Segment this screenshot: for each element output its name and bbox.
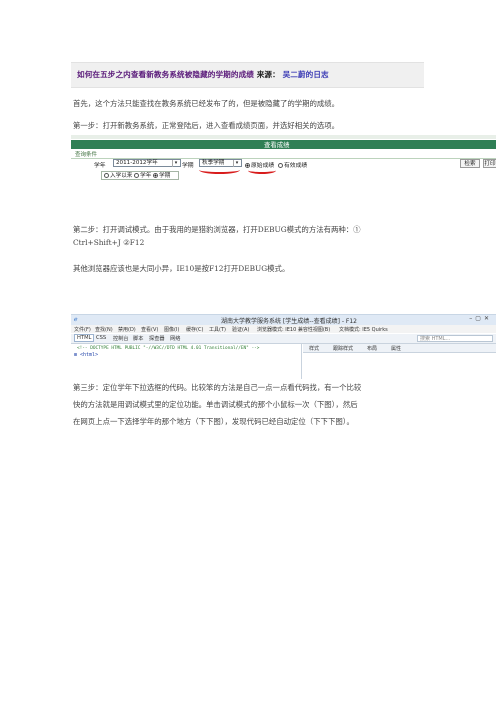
- menu-image[interactable]: 图像(I): [164, 326, 179, 333]
- tab-script[interactable]: 脚本: [133, 335, 143, 342]
- intro-paragraph: 首先，这个方法只能查找在教务系统已经发布了的，但是被隐藏了的学期的成绩。: [73, 99, 340, 108]
- red-underline-mark: [248, 167, 276, 174]
- range-opt2-label: 学年: [140, 173, 152, 179]
- article-title-bar: 如何在五步之内查看新教务系统被隐藏的学期的成绩 来源： 吴二蔚的日志: [71, 62, 424, 88]
- window-controls[interactable]: –▢✕: [469, 315, 492, 322]
- step1-paragraph: 第一步：打开新教务系统，正常登陆后，进入查看成绩页面，并选好相关的选项。: [73, 121, 340, 130]
- search-button[interactable]: 检索: [460, 159, 480, 168]
- year-select-value: 2011-2012学年: [116, 160, 158, 166]
- menu-view[interactable]: 查看(V): [141, 326, 158, 333]
- html-node[interactable]: ⊞ <html>: [74, 352, 98, 358]
- tab-network[interactable]: 网络: [170, 335, 180, 342]
- query-subheader: 查询条件: [75, 152, 98, 158]
- tab-console[interactable]: 控制台: [113, 335, 129, 342]
- search-html-input[interactable]: 搜索 HTML...: [417, 335, 493, 342]
- devtools-menu-bar: 文件(F) 查找(N) 禁用(D) 查看(V) 图像(I) 缓存(C) 工具(T…: [71, 325, 496, 333]
- document-mode[interactable]: 文档模式: IE5 Quirks: [339, 326, 388, 333]
- print-button[interactable]: 打印: [483, 159, 496, 168]
- tab-profiler[interactable]: 探查器: [149, 335, 165, 342]
- step3-paragraph-c: 在网页上点一下选择学年的那个地方（下下图），发现代码已经自动定位（下下下图）。: [73, 417, 354, 426]
- grade-query-screenshot: 查看成绩 查询条件 学年 2011-2012学年 ▾ 学期 秋季学期 ▾ 原始成…: [71, 135, 496, 185]
- step2-paragraph-b: Ctrl+Shift+J ②F12: [73, 238, 145, 247]
- radio-icon[interactable]: [134, 173, 140, 178]
- radio-selected-icon[interactable]: [153, 173, 159, 178]
- tab-attributes[interactable]: 属性: [391, 345, 401, 352]
- menu-file[interactable]: 文件(F): [74, 326, 91, 333]
- radio-icon: [278, 163, 283, 168]
- source-link[interactable]: 吴二蔚的日志: [283, 70, 329, 79]
- style-pane-tabs: 样式 跟踪样式 布局 属性: [303, 344, 496, 353]
- doctype-comment: <!-- DOCTYPE HTML PUBLIC "-//W3C//DTD HT…: [77, 346, 260, 351]
- chevron-down-icon: ▾: [172, 160, 179, 167]
- radio-icon[interactable]: [104, 173, 109, 178]
- year-label: 学年: [94, 163, 106, 169]
- menu-cache[interactable]: 缓存(C): [186, 326, 203, 333]
- article-title: 如何在五步之内查看新教务系统被隐藏的学期的成绩 来源： 吴二蔚的日志: [77, 69, 329, 80]
- article-title-text: 如何在五步之内查看新教务系统被隐藏的学期的成绩: [77, 70, 254, 79]
- step3-paragraph-a: 第三步：定位学年下拉选框的代码。比较笨的方法是自己一点一点看代码找，有一个比较: [73, 383, 362, 392]
- range-opt1-label: 入学以来: [110, 173, 133, 179]
- tab-css[interactable]: CSS: [96, 335, 106, 341]
- menu-disable[interactable]: 禁用(D): [118, 326, 136, 333]
- tab-html[interactable]: HTML: [74, 334, 95, 342]
- menu-validate[interactable]: 验证(A): [232, 326, 249, 333]
- step3-paragraph-b: 快的方法就是用调试模式里的定位功能。单击调试模式的那个小鼠标一次（下图），然后: [73, 400, 358, 409]
- devtools-window-title: 湖南大学教学服务系统 [学生成绩--查看成绩] - F12: [221, 318, 357, 325]
- grade-header-label: 查看成绩: [264, 141, 290, 149]
- devtools-title-bar: ℯ 湖南大学教学服务系统 [学生成绩--查看成绩] - F12 –▢✕: [71, 315, 496, 325]
- top-strip: [71, 135, 496, 139]
- term-label: 学期: [182, 163, 194, 169]
- devtools-screenshot: ℯ 湖南大学教学服务系统 [学生成绩--查看成绩] - F12 –▢✕ 文件(F…: [71, 314, 496, 379]
- tab-layout[interactable]: 布局: [367, 345, 377, 352]
- menu-tools[interactable]: 工具(T): [209, 326, 226, 333]
- grade-header-bar: 查看成绩: [71, 140, 496, 149]
- tab-trace-styles[interactable]: 跟踪样式: [333, 345, 353, 352]
- opt-valid[interactable]: 有效成绩: [278, 160, 307, 169]
- browser-mode[interactable]: 浏览器模式: IE10 兼容性视图(B): [257, 326, 330, 333]
- red-underline-mark: [199, 166, 240, 174]
- step2-paragraph-a: 第二步：打开调试模式。由于我用的是猎豹浏览器，打开DEBUG模式的方法有两种：①: [73, 225, 361, 234]
- year-select[interactable]: 2011-2012学年 ▾: [113, 159, 181, 167]
- ie-logo-icon: ℯ: [74, 316, 78, 323]
- step2-paragraph-c: 其他浏览器应该也是大同小异，IE10是按F12打开DEBUG模式。: [73, 264, 290, 273]
- range-options: 入学以来 学年 学期: [101, 171, 179, 180]
- menu-find[interactable]: 查找(N): [95, 326, 113, 333]
- range-opt3-label: 学期: [159, 173, 171, 179]
- source-label: 来源：: [256, 70, 280, 79]
- opt-valid-label: 有效成绩: [284, 163, 308, 169]
- tab-style[interactable]: 样式: [309, 345, 319, 352]
